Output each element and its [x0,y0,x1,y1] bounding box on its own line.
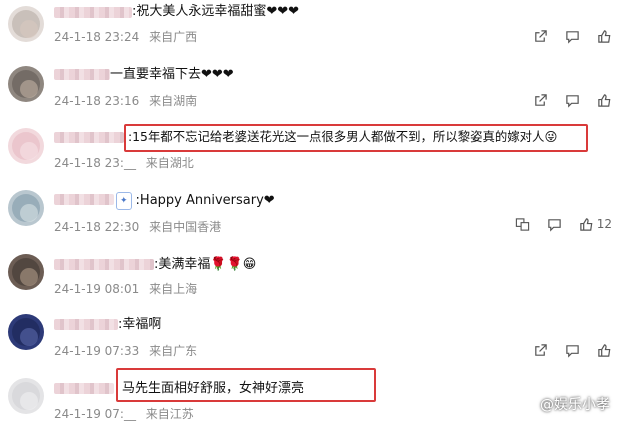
comment-location: 来自湖北 [145,156,194,170]
comment-meta: 24-1-19 07:__ 来自江苏 [54,405,200,422]
comment-meta: 24-1-18 23:__ 来自湖北 [54,154,200,171]
avatar[interactable] [8,128,44,164]
avatar[interactable] [8,378,44,414]
comment-text: ✦:Happy Anniversary❤ [116,192,275,210]
like-icon[interactable] [596,92,612,108]
username-blurred[interactable] [54,7,132,18]
comment-meta: 24-1-18 23:16 来自湖南 [54,92,203,109]
comment-location: 来自上海 [149,282,198,296]
comment-location: 来自湖南 [149,94,198,108]
comment-7: 马先生面相好舒服，女神好漂亮 24-1-19 07:__ 来自江苏 [0,368,622,424]
comment-5: :美满幸福🌹🌹😁 24-1-19 08:01 来自上海 [0,248,622,310]
comment-text: :祝大美人永远幸福甜蜜❤❤❤ [132,4,300,19]
comment-date: 24-1-18 23:24 [54,30,140,44]
comment-text: :幸福啊 [118,317,162,332]
comment-icon[interactable] [564,28,580,44]
comment-meta: 24-1-19 08:01 来自上海 [54,280,203,297]
username-blurred[interactable] [54,69,110,80]
username-blurred[interactable] [54,132,124,143]
comment-text: 一直要幸福下去❤❤❤ [110,67,234,82]
avatar[interactable] [8,314,44,350]
avatar[interactable] [8,190,44,226]
like-icon[interactable] [596,28,612,44]
comment-date: 24-1-18 23:__ [54,156,136,170]
comment-date: 24-1-18 23:16 [54,94,140,108]
comment-meta: 24-1-18 22:30 来自中国香港 [54,218,227,235]
share-icon[interactable] [532,28,548,44]
comment-actions: 12 [515,216,612,232]
comment-actions [532,28,612,44]
comment-icon[interactable] [564,342,580,358]
share-icon[interactable] [532,342,548,358]
comment-meta: 24-1-18 23:24 来自广西 [54,28,203,45]
user-badge: ✦ [116,192,132,210]
comment-4: ✦:Happy Anniversary❤ 24-1-18 22:30 来自中国香… [0,186,622,248]
share-icon[interactable] [532,92,548,108]
watermark: @娱乐小孝 [540,397,610,413]
comment-location: 来自广东 [149,344,198,358]
comment-text: 马先生面相好舒服，女神好漂亮 [122,381,305,396]
like-icon[interactable] [579,216,595,232]
comment-3: :15年都不忘记给老婆送花光这一点很多男人都做不到，所以黎姿真的嫁对人😜 24-… [0,124,622,186]
comment-date: 24-1-19 07:__ [54,407,136,421]
translate-icon[interactable] [515,216,531,232]
comment-meta: 24-1-19 07:33 来自广东 [54,342,203,359]
comment-1: :祝大美人永远幸福甜蜜❤❤❤ 24-1-18 23:24 来自广西 [0,0,622,62]
comment-location: 来自中国香港 [149,220,222,234]
comment-location: 来自广西 [149,30,198,44]
comment-icon[interactable] [547,216,563,232]
like-icon[interactable] [596,342,612,358]
comment-text: :美满幸福🌹🌹😁 [154,257,257,272]
comment-2: 一直要幸福下去❤❤❤ 24-1-18 23:16 来自湖南 [0,62,622,124]
avatar[interactable] [8,66,44,102]
comment-actions [532,92,612,108]
username-blurred[interactable] [54,194,114,205]
comment-date: 24-1-19 07:33 [54,344,140,358]
username-blurred[interactable] [54,383,114,394]
comment-text: :15年都不忘记给老婆送花光这一点很多男人都做不到，所以黎姿真的嫁对人😜 [128,129,558,144]
comment-date: 24-1-19 08:01 [54,282,140,296]
comment-6: :幸福啊 24-1-19 07:33 来自广东 [0,310,622,372]
username-blurred[interactable] [54,319,118,330]
comment-icon[interactable] [564,92,580,108]
avatar[interactable] [8,254,44,290]
username-blurred[interactable] [54,259,154,270]
like-group[interactable]: 12 [579,216,612,232]
comment-text-body: :Happy Anniversary❤ [135,193,275,208]
avatar[interactable] [8,6,44,42]
comment-location: 来自江苏 [145,407,194,421]
comment-date: 24-1-18 22:30 [54,220,140,234]
like-count: 12 [596,217,612,231]
comment-actions [532,342,612,358]
